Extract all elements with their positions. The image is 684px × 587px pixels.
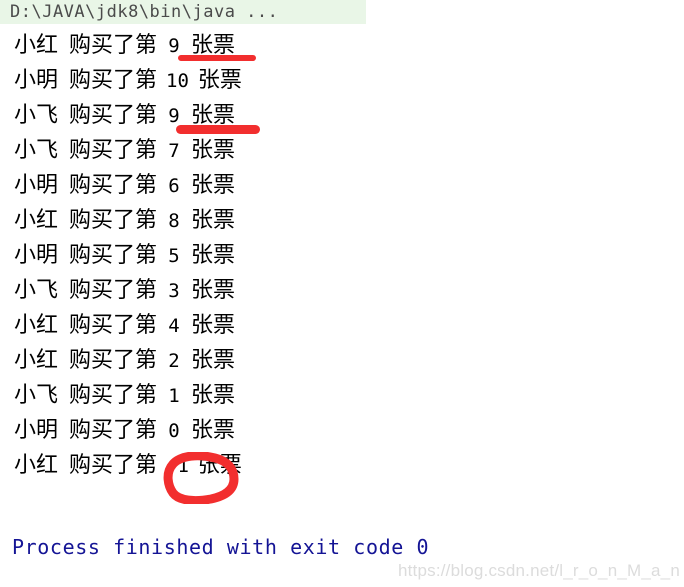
output-buyer-name: 小红	[14, 453, 59, 478]
output-phrase: 购买了第	[69, 208, 158, 233]
output-ticket-number: 3	[168, 280, 180, 302]
console-output-line: 小红 购买了第 9 张票	[0, 28, 684, 63]
output-suffix: 张票	[191, 313, 236, 338]
output-ticket-number: 4	[168, 315, 180, 337]
output-ticket-number: 7	[168, 140, 180, 162]
output-ticket-number: -1	[166, 455, 189, 477]
output-buyer-name: 小明	[14, 418, 59, 443]
output-phrase: 购买了第	[69, 348, 158, 373]
output-suffix: 张票	[191, 103, 236, 128]
output-suffix: 张票	[191, 138, 236, 163]
output-phrase: 购买了第	[69, 313, 158, 338]
console-command-line: D:\JAVA\jdk8\bin\java ...	[0, 0, 366, 24]
output-suffix: 张票	[191, 418, 236, 443]
console-output-line: 小飞 购买了第 7 张票	[0, 133, 684, 168]
output-buyer-name: 小明	[14, 173, 59, 198]
output-phrase: 购买了第	[69, 138, 158, 163]
output-suffix: 张票	[191, 173, 236, 198]
output-buyer-name: 小红	[14, 33, 59, 58]
output-suffix: 张票	[191, 33, 236, 58]
output-ticket-number: 9	[168, 35, 180, 57]
output-phrase: 购买了第	[69, 453, 158, 478]
output-ticket-number: 5	[168, 245, 180, 267]
output-suffix: 张票	[191, 278, 236, 303]
console-output-line: 小明 购买了第 10 张票	[0, 63, 684, 98]
console-output-line: 小明 购买了第 0 张票	[0, 413, 684, 448]
output-ticket-number: 2	[168, 350, 180, 372]
output-ticket-number: 6	[168, 175, 180, 197]
output-buyer-name: 小飞	[14, 138, 59, 163]
output-phrase: 购买了第	[69, 383, 158, 408]
output-buyer-name: 小红	[14, 348, 59, 373]
output-buyer-name: 小明	[14, 68, 59, 93]
console-output-line: 小飞 购买了第 9 张票	[0, 98, 684, 133]
output-phrase: 购买了第	[69, 103, 158, 128]
console-output-list: 小红 购买了第 9 张票 小明 购买了第 10 张票 小飞 购买了第 9 张票 小飞 购买了第 7 张票 小明购…	[0, 28, 684, 483]
output-buyer-name: 小明	[14, 243, 59, 268]
console-output-line: 小飞 购买了第 1 张票	[0, 378, 684, 413]
console-output-line: 小红 购买了第 2 张票	[0, 343, 684, 378]
output-phrase: 购买了第	[69, 418, 158, 443]
watermark-text: https://blog.csdn.net/l_r_o_n_M_a_n	[397, 561, 680, 580]
output-suffix: 张票	[197, 68, 242, 93]
output-ticket-number: 0	[168, 420, 180, 442]
output-ticket-number: 1	[168, 385, 180, 407]
output-buyer-name: 小飞	[14, 383, 59, 408]
output-phrase: 购买了第	[69, 68, 158, 93]
output-phrase: 购买了第	[69, 243, 158, 268]
process-finished-message: Process finished with exit code 0	[12, 535, 430, 559]
console-output-line: 小红 购买了第 8 张票	[0, 203, 684, 238]
output-suffix: 张票	[191, 348, 236, 373]
output-ticket-number: 8	[168, 210, 180, 232]
output-phrase: 购买了第	[69, 33, 158, 58]
output-ticket-number: 9	[168, 105, 180, 127]
output-ticket-number: 10	[166, 70, 189, 92]
console-output-line: 小红 购买了第 -1 张票	[0, 448, 684, 483]
console-command-text: D:\JAVA\jdk8\bin\java ...	[10, 2, 279, 22]
output-buyer-name: 小红	[14, 208, 59, 233]
output-buyer-name: 小飞	[14, 278, 59, 303]
output-buyer-name: 小飞	[14, 103, 59, 128]
console-output-line: 小红 购买了第 4 张票	[0, 308, 684, 343]
output-suffix: 张票	[191, 383, 236, 408]
console-output-line: 小飞 购买了第 3 张票	[0, 273, 684, 308]
console-output-line: 小明 购买了第 5 张票	[0, 238, 684, 273]
output-phrase: 购买了第	[69, 278, 158, 303]
output-phrase: 购买了第	[69, 173, 158, 198]
output-suffix: 张票	[191, 243, 236, 268]
console-output-line: 小明 购买了第 6 张票	[0, 168, 684, 203]
output-buyer-name: 小红	[14, 313, 59, 338]
output-suffix: 张票	[197, 453, 242, 478]
output-suffix: 张票	[191, 208, 236, 233]
